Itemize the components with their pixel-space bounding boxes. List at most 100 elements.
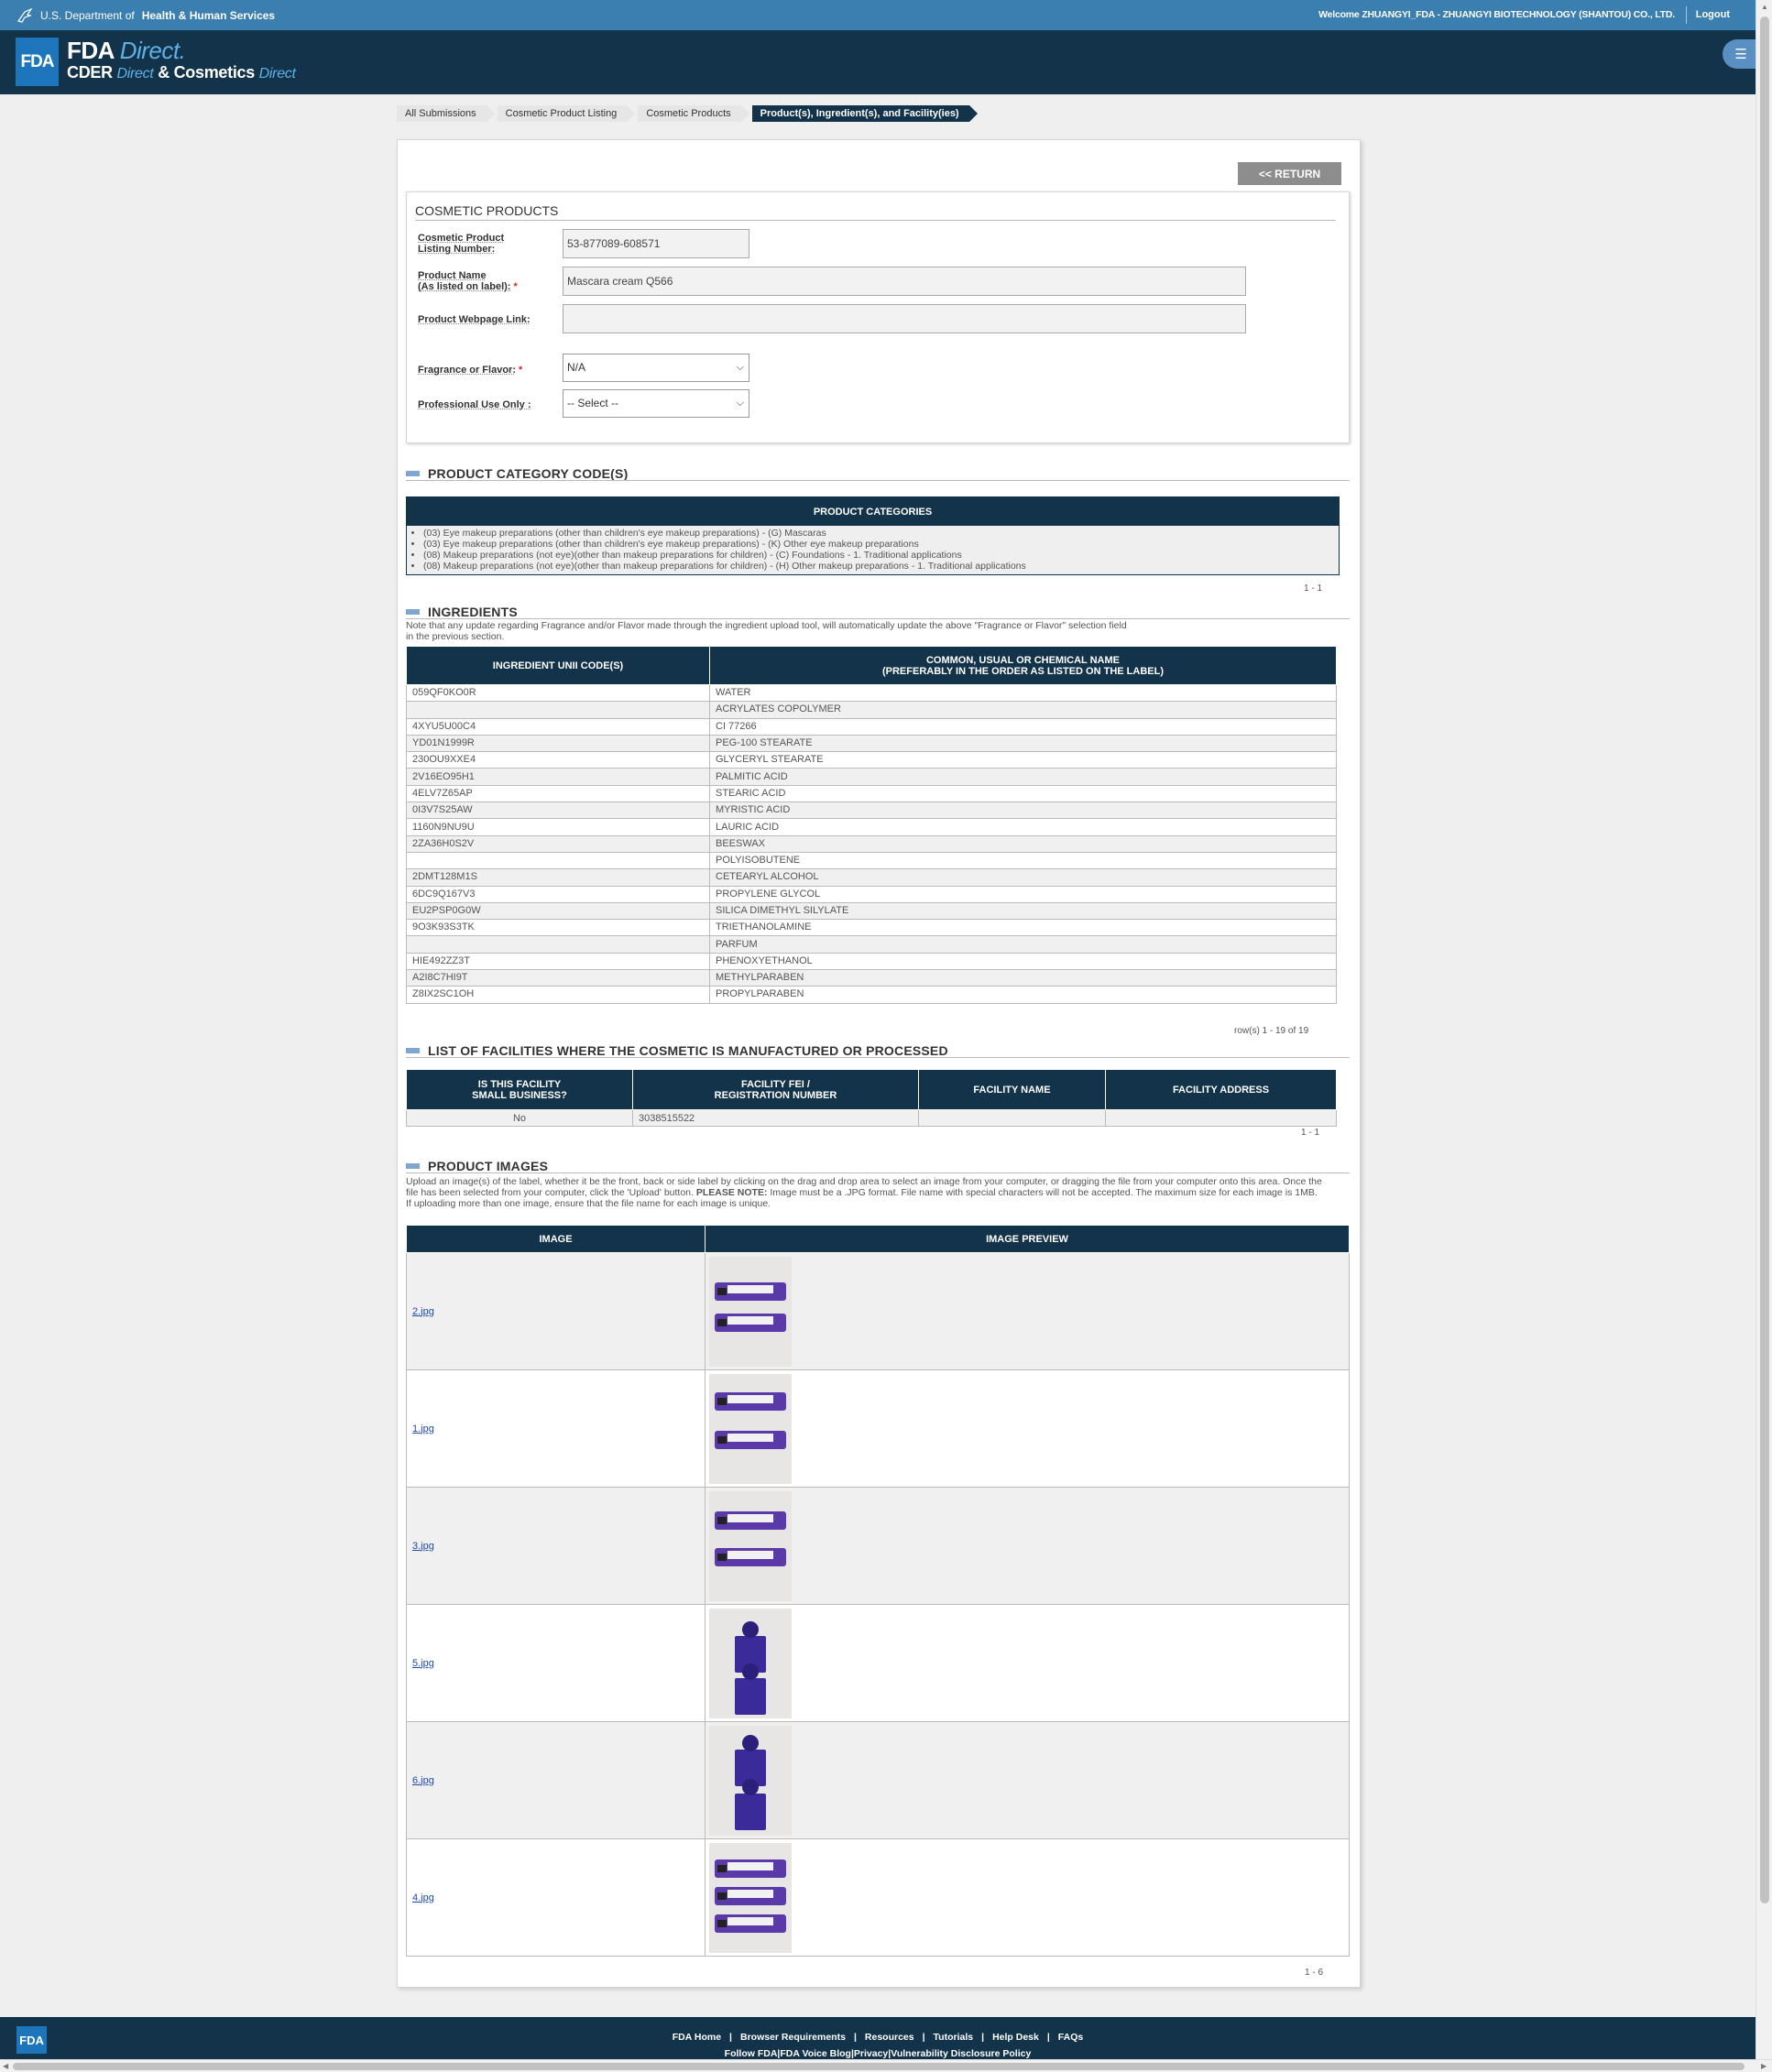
footer-separator: | [922, 2032, 925, 2043]
listing-label-line1: Cosmetic Product [418, 233, 505, 244]
product-webpage-input[interactable] [563, 304, 1246, 333]
col-small-business: IS THIS FACILITY SMALL BUSINESS? [406, 1069, 633, 1110]
package-dark-shape [717, 1892, 727, 1900]
table-row: ACRYLATES COPOLYMER [406, 701, 1337, 719]
unii-cell: EU2PSP0G0W [406, 901, 710, 921]
unii-cell: 2V16EO95H1 [406, 768, 710, 786]
scrollbar-thumb[interactable] [1760, 16, 1769, 1903]
product-image-thumbnail[interactable] [709, 1842, 792, 1953]
footer-link[interactable]: FAQs [1058, 2032, 1083, 2043]
chemical-name-cell: MYRISTIC ACID [709, 802, 1337, 820]
section-header[interactable]: LIST OF FACILITIES WHERE THE COSMETIC IS… [406, 1043, 948, 1058]
note-bold: PLEASE NOTE: [695, 1187, 768, 1198]
vertical-scrollbar[interactable]: ▲ [1756, 0, 1772, 2059]
collapse-icon[interactable] [406, 609, 420, 615]
scroll-left-icon[interactable]: ◀ [3, 2062, 8, 2070]
table-row: 2DMT128M1S CETEARYL ALCOHOL [406, 868, 1337, 887]
brand-cder: CDER [67, 63, 113, 82]
footer-link[interactable]: Follow FDA [725, 2048, 778, 2059]
image-file-link[interactable]: 6.jpg [412, 1775, 434, 1786]
chemical-name-cell: PHENOXYETHANOL [709, 952, 1337, 971]
table-row: 4ELV7Z65AP STEARIC ACID [406, 784, 1337, 803]
footer-link[interactable]: Browser Requirements [740, 2032, 846, 2043]
table-row: 2.jpg [406, 1252, 1350, 1370]
note-d: If uploading more than one image, ensure… [406, 1198, 771, 1209]
col2-line2: REGISTRATION NUMBER [714, 1089, 837, 1101]
return-button[interactable]: << RETURN [1238, 162, 1341, 185]
unii-cell [406, 701, 710, 719]
brand-amp: & [158, 63, 170, 82]
category-item: (08) Makeup preparations (not eye)(other… [423, 550, 1339, 561]
footer-link[interactable]: Vulnerability Disclosure Policy [891, 2048, 1031, 2059]
unii-cell: Z8IX2SC1OH [406, 986, 710, 1004]
section-header[interactable]: INGREDIENTS [406, 605, 518, 619]
image-file-cell: 4.jpg [406, 1838, 706, 1957]
footer-link[interactable]: FDA Voice Blog [780, 2048, 851, 2059]
footer-separator: | [1046, 2032, 1050, 2043]
ingredients-section: INGREDIENTS Note that any update regardi… [406, 605, 1350, 1036]
table-row: 9O3K93S3TK TRIETHANOLAMINE [406, 919, 1337, 937]
topbar-divider [1686, 6, 1687, 24]
hhs-identifier[interactable]: U.S. Department of Health & Human Servic… [16, 8, 275, 23]
section-header[interactable]: PRODUCT IMAGES [406, 1159, 548, 1173]
unii-cell: 2ZA36H0S2V [406, 834, 710, 853]
unii-cell: 6DC9Q167V3 [406, 885, 710, 903]
unii-cell: 1160N9NU9U [406, 818, 710, 836]
mascara-bottle-shape [735, 1663, 766, 1715]
scroll-up-icon[interactable]: ▲ [1761, 3, 1768, 11]
product-categories-table: PRODUCT CATEGORIES (03) Eye makeup prepa… [406, 496, 1340, 575]
product-image-thumbnail[interactable] [709, 1490, 792, 1601]
facility-address-cell [1105, 1109, 1337, 1127]
logout-link[interactable]: Logout [1696, 9, 1730, 20]
breadcrumb-cosmetic-product-listing[interactable]: Cosmetic Product Listing [497, 105, 635, 122]
divider [406, 618, 1350, 619]
chemical-name-cell: STEARIC ACID [709, 784, 1337, 803]
collapse-icon[interactable] [406, 471, 420, 476]
hhs-prefix: U.S. Department of [40, 9, 135, 22]
collapse-icon[interactable] [406, 1048, 420, 1053]
product-name-label: Product Name (As listed on label): * [418, 270, 518, 292]
section-header[interactable]: PRODUCT CATEGORY CODE(S) [406, 466, 628, 481]
product-images-section: PRODUCT IMAGES Upload an image(s) of the… [406, 1159, 1350, 1983]
category-item: (03) Eye makeup preparations (other than… [423, 528, 1339, 539]
cosmetic-products-title: COSMETIC PRODUCTS [415, 203, 559, 218]
product-image-thumbnail[interactable] [709, 1256, 792, 1367]
image-file-link[interactable]: 4.jpg [412, 1892, 434, 1903]
breadcrumb-cosmetic-products[interactable]: Cosmetic Products [638, 105, 749, 122]
bottle-cap-shape [742, 1734, 759, 1751]
product-image-thumbnail[interactable] [709, 1608, 792, 1718]
fei-cell: 3038515522 [632, 1109, 919, 1127]
professional-use-select[interactable]: -- Select -- ⌵ [563, 389, 749, 418]
col-facility-address: FACILITY ADDRESS [1105, 1069, 1337, 1110]
translate-icon[interactable]: ☰ [1723, 39, 1759, 69]
breadcrumb-all-submissions[interactable]: All Submissions [397, 105, 495, 122]
note-line1: Note that any update regarding Fragrance… [406, 620, 1127, 631]
fragrance-select[interactable]: N/A ⌵ [563, 354, 749, 382]
footer-link[interactable]: Tutorials [934, 2032, 974, 2043]
scroll-right-icon[interactable]: ▶ [1761, 2062, 1767, 2070]
product-name-input[interactable]: Mascara cream Q566 [563, 267, 1246, 296]
product-image-thumbnail[interactable] [709, 1373, 792, 1484]
image-file-link[interactable]: 1.jpg [412, 1423, 434, 1434]
product-image-thumbnail[interactable] [709, 1725, 792, 1836]
scrollbar-thumb[interactable] [13, 2063, 1745, 2070]
image-file-link[interactable]: 3.jpg [412, 1541, 434, 1552]
image-file-link[interactable]: 2.jpg [412, 1306, 434, 1317]
unii-cell: 4XYU5U00C4 [406, 717, 710, 736]
footer-link[interactable]: FDA Home [673, 2032, 721, 2043]
mascara-package-shape [715, 1547, 786, 1566]
table-row: 4.jpg [406, 1838, 1350, 1957]
brand-fda-direct: FDA Direct. [67, 37, 186, 65]
mascara-package-shape [715, 1886, 786, 1905]
name-label-line2: (As listed on label): [418, 281, 511, 292]
image-preview-cell [705, 1252, 1350, 1370]
fda-logo[interactable]: FDA [16, 38, 59, 86]
horizontal-scrollbar[interactable]: ◀ ▶ [0, 2059, 1772, 2072]
image-file-link[interactable]: 5.jpg [412, 1658, 434, 1669]
collapse-icon[interactable] [406, 1163, 420, 1169]
footer-link[interactable]: Resources [865, 2032, 914, 2043]
image-preview-cell [705, 1487, 1350, 1605]
bottle-cap-shape [742, 1663, 759, 1680]
footer-link[interactable]: Privacy [854, 2048, 888, 2059]
footer-link[interactable]: Help Desk [992, 2032, 1039, 2043]
